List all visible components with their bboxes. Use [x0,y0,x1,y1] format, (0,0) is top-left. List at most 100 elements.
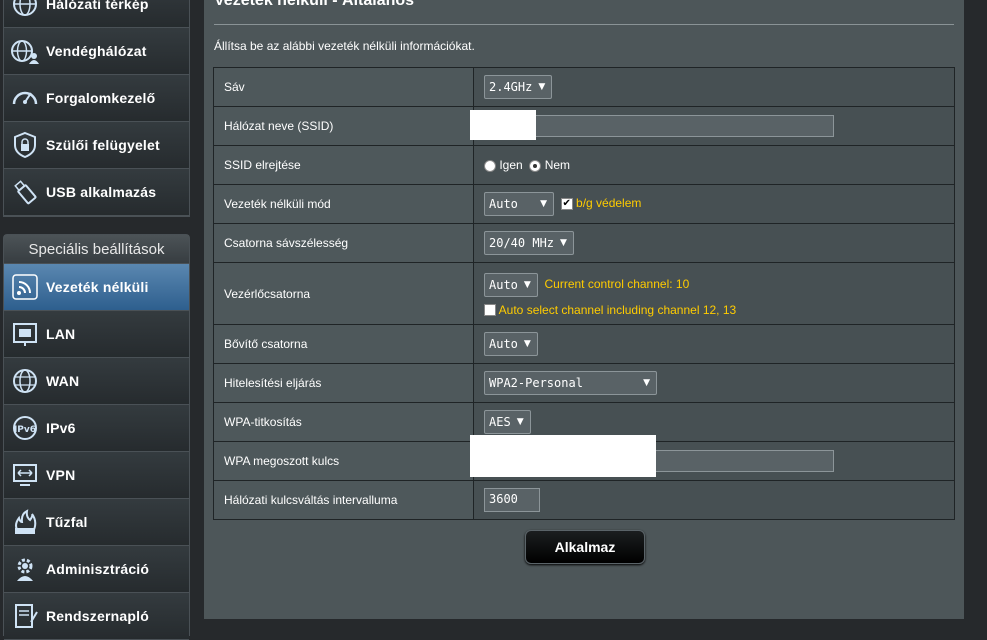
page-description: Állítsa be az alábbi vezeték nélküli inf… [214,39,475,53]
menu-item-label: Hálózati térkép [46,0,149,12]
guest-network-icon [10,36,40,66]
ssid-input[interactable] [484,115,834,137]
menu-item-label: LAN [46,326,76,342]
menu-item-ipv6[interactable]: IPv6 IPv6 [4,405,189,452]
menu-item-wan[interactable]: WAN [4,358,189,405]
speedometer-icon [10,83,40,113]
page-title: Vezeték nélküli - Általános [214,0,415,9]
dropdown-arrow-icon: ▼ [560,238,567,248]
parental-lock-icon [10,130,40,160]
field-label: Hálózati kulcsváltás intervalluma [213,480,474,520]
menu-item-administration[interactable]: Adminisztráció [4,546,189,593]
main-menu: Hálózati térkép Vendéghálózat Forgalomke… [3,0,190,217]
dropdown-arrow-icon: ▼ [538,82,546,92]
usb-icon [10,177,40,207]
auth-method-value: WPA2-Personal [489,376,583,390]
wan-globe-icon [10,366,40,396]
hide-ssid-no-radio[interactable] [529,159,542,172]
band-value: 2.4GHz [489,80,533,94]
menu-item-traffic-manager[interactable]: Forgalomkezelő [4,75,189,122]
vpn-icon [10,460,40,490]
lan-icon [10,319,40,349]
wireless-mode-select[interactable]: Auto ▼ [484,192,554,216]
bg-protection-label: b/g védelem [576,196,642,211]
control-channel-select[interactable]: Auto ▼ [484,272,538,297]
field-label: WPA megoszott kulcs [213,441,474,481]
title-divider [214,24,954,25]
menu-item-label: IPv6 [46,420,76,436]
menu-item-firewall[interactable]: Tűzfal [4,499,189,546]
wpa-key-redaction [470,435,656,477]
menu-item-network-map[interactable]: Hálózati térkép [4,0,189,28]
table-row: Hálózat neve (SSID) [213,106,955,146]
menu-item-label: Vendéghálózat [46,43,147,59]
extension-channel-select[interactable]: Auto ▼ [484,332,538,356]
bandwidth-value: 20/40 MHz [489,236,555,250]
menu-item-label: Vezeték nélküli [46,279,149,295]
dropdown-arrow-icon: ▼ [523,279,531,290]
table-row: SSID elrejtése Igen Nem [213,145,955,185]
firewall-icon [10,507,40,537]
wireless-mode-value: Auto [489,197,518,211]
menu-item-label: VPN [46,467,76,483]
dropdown-arrow-icon: ▼ [540,199,547,209]
menu-item-guest-network[interactable]: Vendéghálózat [4,28,189,75]
field-label: Vezeték nélküli mód [213,184,474,224]
menu-item-label: USB alkalmazás [46,184,157,200]
globe-map-icon [10,0,40,19]
menu-item-vpn[interactable]: VPN [4,452,189,499]
table-row: Hálózati kulcsváltás intervalluma 3600 [213,480,955,520]
auth-method-select[interactable]: WPA2-Personal ▼ [484,371,657,395]
field-label: Vezérlőcsatorna [213,262,474,325]
auto-select-channel-label: Auto select channel including channel 12… [498,302,737,317]
sidebar: Hálózati térkép Vendéghálózat Forgalomke… [0,0,190,640]
field-label: Hálózat neve (SSID) [213,106,474,146]
menu-item-parental-control[interactable]: Szülői felügyelet [4,122,189,169]
main-panel: Vezeték nélküli - Általános Állítsa be a… [204,0,964,619]
system-log-icon [10,601,40,631]
field-label: Hitelesítési eljárás [213,363,474,403]
dropdown-arrow-icon: ▼ [523,339,531,349]
menu-item-label: Szülői felügyelet [46,137,160,153]
hide-ssid-yes-radio[interactable] [484,159,496,172]
menu-item-lan[interactable]: LAN [4,311,189,358]
hide-ssid-yes-label: Igen [499,158,523,172]
table-row: Csatorna sávszélesség 20/40 MHz ▼ [213,223,955,263]
field-label: SSID elrejtése [213,145,474,185]
table-row: Sáv 2.4GHz ▼ [213,67,955,107]
right-background [964,0,987,619]
menu-item-system-log[interactable]: Rendszernapló [4,593,189,640]
dropdown-arrow-icon: ▼ [516,417,524,427]
menu-item-label: Forgalomkezelő [46,90,156,106]
menu-item-label: Adminisztráció [46,561,150,577]
wpa-encryption-value: AES [489,415,511,429]
advanced-settings-menu: Speciális beállítások Vezeték nélküli LA… [3,234,190,640]
field-label: Csatorna sávszélesség [213,223,474,263]
menu-item-wireless[interactable]: Vezeték nélküli [4,264,189,311]
auto-select-channel-checkbox[interactable] [484,304,496,317]
current-channel-text: Current control channel: 10 [544,276,690,291]
svg-text:IPv6: IPv6 [14,425,36,435]
wpa-encryption-select[interactable]: AES ▼ [484,410,531,434]
field-label: Bővítő csatorna [213,324,474,364]
control-channel-value: Auto [489,277,518,292]
hide-ssid-no-label: Nem [544,158,571,172]
menu-item-label: Rendszernapló [46,608,149,624]
apply-button[interactable]: Alkalmaz [525,530,645,564]
key-rotation-input[interactable]: 3600 [484,488,540,512]
field-label: Sáv [213,67,474,107]
menu-item-usb-application[interactable]: USB alkalmazás [4,169,189,216]
table-row: Bővítő csatorna Auto ▼ [213,324,955,364]
bandwidth-select[interactable]: 20/40 MHz ▼ [484,231,574,255]
ipv6-icon: IPv6 [10,413,40,443]
menu-item-label: Tűzfal [46,514,88,530]
ssid-redaction [470,110,536,140]
wifi-icon [10,272,40,302]
admin-gear-icon [10,554,40,584]
table-row: Vezeték nélküli mód Auto ▼ ✔ b/g védelem [213,184,955,224]
bg-protection-checkbox[interactable]: ✔ [560,198,573,210]
extension-channel-value: Auto [489,337,518,351]
menu-item-label: WAN [46,373,80,389]
band-select[interactable]: 2.4GHz ▼ [484,75,553,99]
table-row: Hitelesítési eljárás WPA2-Personal ▼ [213,363,955,403]
